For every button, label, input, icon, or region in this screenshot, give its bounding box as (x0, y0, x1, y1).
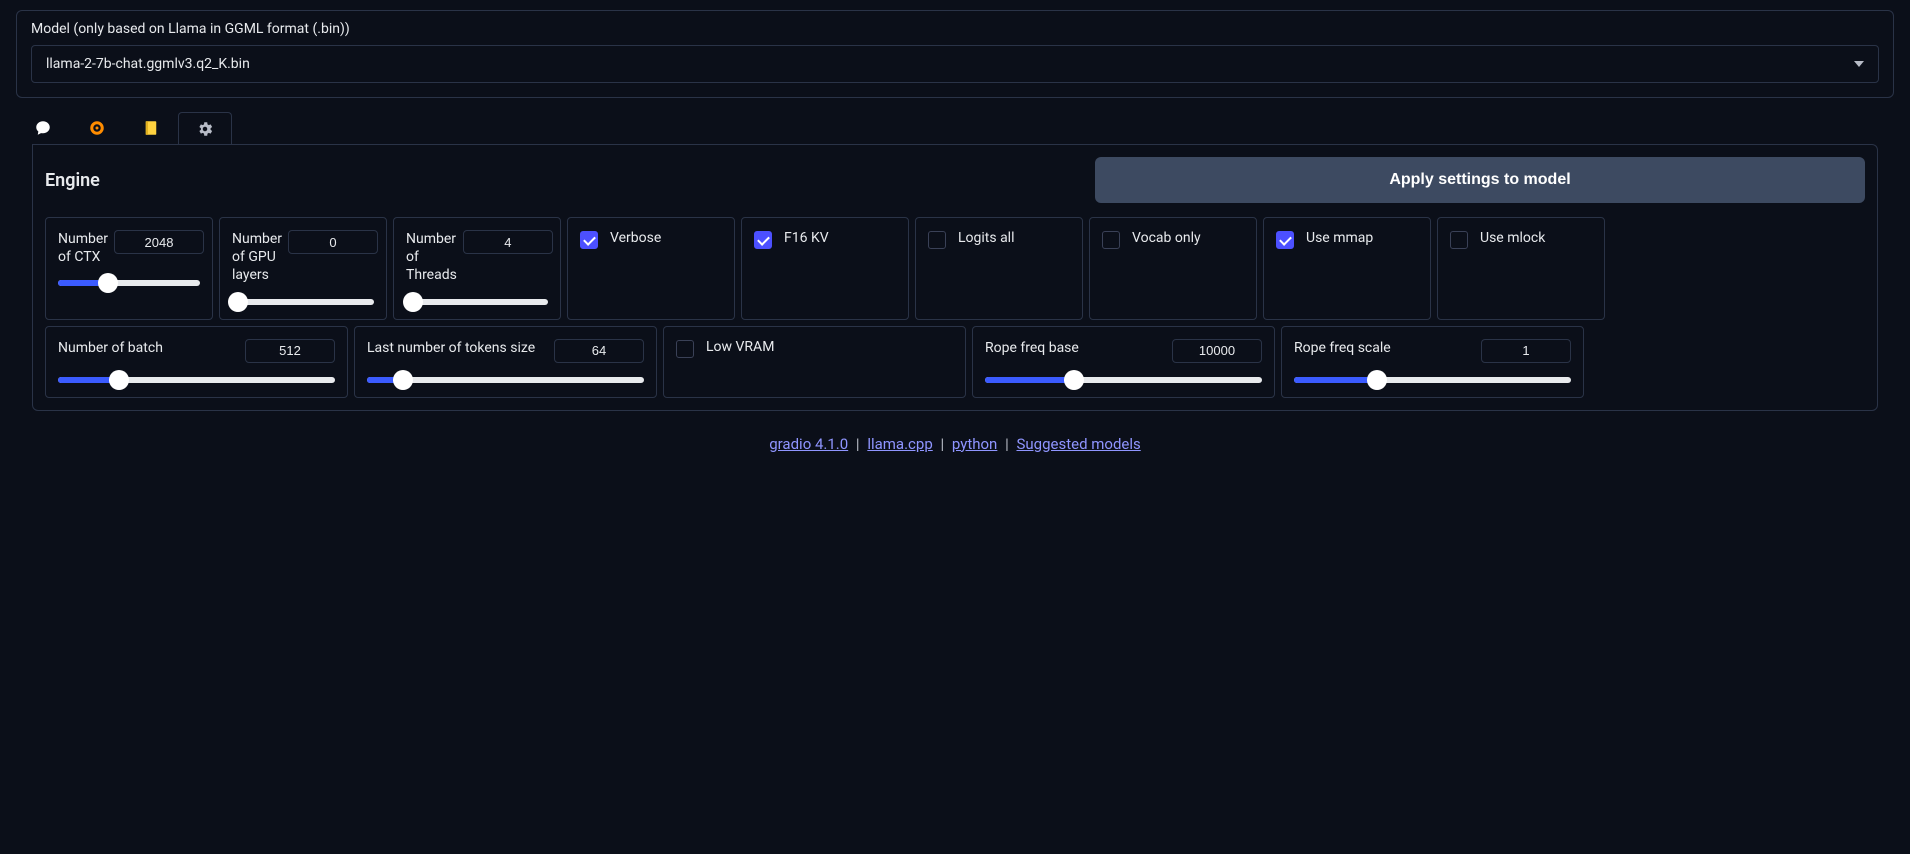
vocab-only-label: Vocab only (1132, 230, 1201, 246)
f16-kv-checkbox[interactable] (754, 231, 772, 249)
last-tokens-input[interactable] (554, 339, 644, 363)
rope-scale-input[interactable] (1481, 339, 1571, 363)
last-tokens-cell: Last number of tokens size (354, 326, 657, 398)
tabs-container: Engine Apply settings to model Number of… (16, 112, 1894, 411)
chevron-down-icon (1854, 61, 1864, 67)
n-batch-cell: Number of batch (45, 326, 348, 398)
verbose-cell: Verbose (567, 217, 735, 320)
settings-row-1: Number of CTX Number of GPU layers (45, 217, 1865, 320)
footer-link-python[interactable]: python (952, 435, 997, 453)
use-mlock-cell: Use mlock (1437, 217, 1605, 320)
tab-generate[interactable] (70, 112, 124, 144)
settings-row-2: Number of batch Last number of tokens si… (45, 326, 1865, 398)
n-threads-slider[interactable] (406, 299, 548, 305)
rope-scale-slider[interactable] (1294, 377, 1571, 383)
n-ctx-cell: Number of CTX (45, 217, 213, 320)
footer-sep: | (856, 435, 860, 453)
chat-bubble-icon (34, 119, 52, 137)
rope-base-label: Rope freq base (985, 339, 1079, 357)
low-vram-cell: Low VRAM (663, 326, 966, 398)
notebook-icon (142, 119, 160, 137)
n-gpu-cell: Number of GPU layers (219, 217, 387, 320)
tab-bar (16, 112, 1894, 144)
footer: gradio 4.1.0 | llama.cpp | python | Sugg… (0, 435, 1910, 453)
verbose-label: Verbose (610, 230, 661, 246)
rope-base-input[interactable] (1172, 339, 1262, 363)
target-icon (88, 119, 106, 137)
gear-icon (196, 120, 214, 138)
rope-scale-cell: Rope freq scale (1281, 326, 1584, 398)
rope-base-cell: Rope freq base (972, 326, 1275, 398)
n-threads-cell: Number of Threads (393, 217, 561, 320)
n-ctx-slider[interactable] (58, 280, 200, 286)
tab-chat[interactable] (16, 112, 70, 144)
model-label: Model (only based on Llama in GGML forma… (31, 21, 1879, 37)
n-threads-label: Number of Threads (406, 230, 457, 285)
footer-link-llamacpp[interactable]: llama.cpp (867, 435, 932, 453)
last-tokens-slider[interactable] (367, 377, 644, 383)
settings-grid: Number of CTX Number of GPU layers (45, 217, 1865, 398)
settings-panel: Engine Apply settings to model Number of… (32, 144, 1878, 411)
logits-all-label: Logits all (958, 230, 1015, 246)
engine-header-row: Engine Apply settings to model (45, 157, 1865, 203)
n-threads-input[interactable] (463, 230, 553, 254)
footer-link-gradio[interactable]: gradio 4.1.0 (769, 435, 848, 453)
footer-sep: | (1005, 435, 1009, 453)
n-ctx-input[interactable] (114, 230, 204, 254)
tab-settings[interactable] (178, 112, 232, 144)
f16-kv-label: F16 KV (784, 230, 829, 246)
f16-kv-cell: F16 KV (741, 217, 909, 320)
use-mlock-checkbox[interactable] (1450, 231, 1468, 249)
low-vram-label: Low VRAM (706, 339, 774, 355)
apply-settings-button[interactable]: Apply settings to model (1095, 157, 1865, 203)
low-vram-checkbox[interactable] (676, 340, 694, 358)
vocab-only-checkbox[interactable] (1102, 231, 1120, 249)
n-batch-slider[interactable] (58, 377, 335, 383)
n-batch-input[interactable] (245, 339, 335, 363)
logits-all-checkbox[interactable] (928, 231, 946, 249)
logits-all-cell: Logits all (915, 217, 1083, 320)
n-batch-label: Number of batch (58, 339, 163, 357)
n-gpu-slider[interactable] (232, 299, 374, 305)
tab-notes[interactable] (124, 112, 178, 144)
last-tokens-label: Last number of tokens size (367, 339, 535, 357)
use-mlock-label: Use mlock (1480, 230, 1545, 246)
model-panel: Model (only based on Llama in GGML forma… (16, 10, 1894, 98)
n-ctx-label: Number of CTX (58, 230, 108, 266)
use-mmap-label: Use mmap (1306, 230, 1373, 246)
engine-title: Engine (45, 170, 100, 191)
rope-scale-label: Rope freq scale (1294, 339, 1391, 357)
use-mmap-cell: Use mmap (1263, 217, 1431, 320)
verbose-checkbox[interactable] (580, 231, 598, 249)
model-dropdown[interactable]: llama-2-7b-chat.ggmlv3.q2_K.bin (31, 45, 1879, 83)
rope-base-slider[interactable] (985, 377, 1262, 383)
footer-sep: | (940, 435, 944, 453)
use-mmap-checkbox[interactable] (1276, 231, 1294, 249)
n-gpu-label: Number of GPU layers (232, 230, 282, 285)
n-gpu-input[interactable] (288, 230, 378, 254)
vocab-only-cell: Vocab only (1089, 217, 1257, 320)
footer-link-suggested[interactable]: Suggested models (1016, 435, 1140, 453)
model-selected-value: llama-2-7b-chat.ggmlv3.q2_K.bin (46, 56, 250, 72)
